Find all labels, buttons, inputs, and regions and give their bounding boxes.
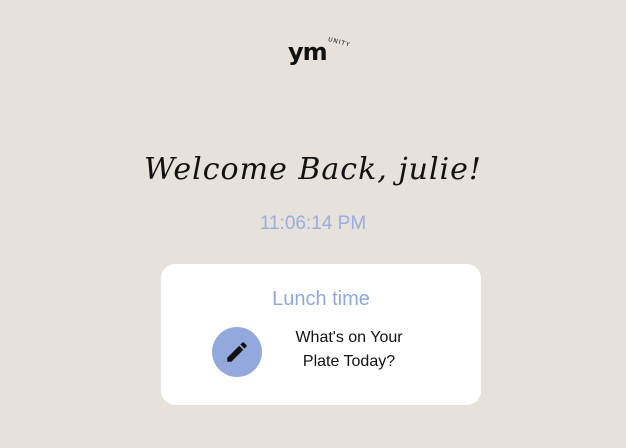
app-logo: ym UNITY — [288, 36, 358, 66]
current-time: 11:06:14 PM — [259, 213, 367, 234]
meal-prompt-line-1: What's on Your — [295, 329, 403, 346]
pencil-icon — [227, 342, 247, 362]
meal-prompt[interactable]: What's on Your Plate Today? — [279, 326, 419, 374]
welcome-heading: Welcome Back, julie! — [144, 152, 482, 187]
log-meal-button[interactable] — [212, 327, 262, 377]
logo-subtext: UNITY — [327, 36, 352, 49]
lunch-card: Lunch time What's on Your Plate Today? — [161, 264, 481, 405]
logo-wordmark: ym — [288, 38, 328, 66]
meal-prompt-line-2: Plate Today? — [302, 353, 396, 370]
meal-time-title: Lunch time — [272, 288, 370, 310]
